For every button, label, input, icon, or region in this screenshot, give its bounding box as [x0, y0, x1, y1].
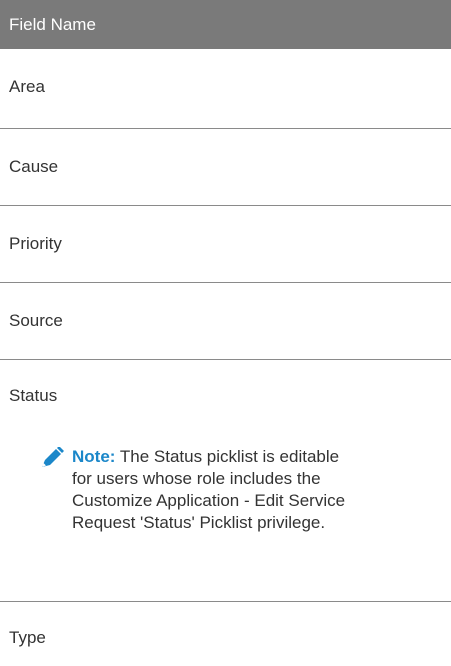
field-name-cell: Type	[9, 628, 46, 647]
table-row: Type	[0, 602, 451, 662]
note-block: Note: The Status picklist is editable fo…	[38, 446, 348, 534]
table-row: Status Note: The Status picklist is edit…	[0, 360, 451, 602]
header-field-name: Field Name	[9, 14, 96, 34]
field-name-cell: Priority	[9, 234, 62, 253]
note-body: Note: The Status picklist is editable fo…	[38, 446, 348, 534]
table-header: Field Name	[0, 0, 451, 49]
table-row: Cause	[0, 129, 451, 206]
note-label: Note:	[72, 447, 116, 466]
field-name-table: Field Name Area Cause Priority Source St…	[0, 0, 451, 662]
table-row: Priority	[0, 206, 451, 283]
field-name-cell: Status	[9, 386, 58, 405]
field-name-cell: Cause	[9, 157, 59, 176]
pencil-icon	[42, 447, 64, 467]
table-row: Source	[0, 283, 451, 360]
field-name-cell: Area	[9, 77, 45, 96]
table-row: Area	[0, 49, 451, 129]
field-name-cell: Source	[9, 311, 63, 330]
